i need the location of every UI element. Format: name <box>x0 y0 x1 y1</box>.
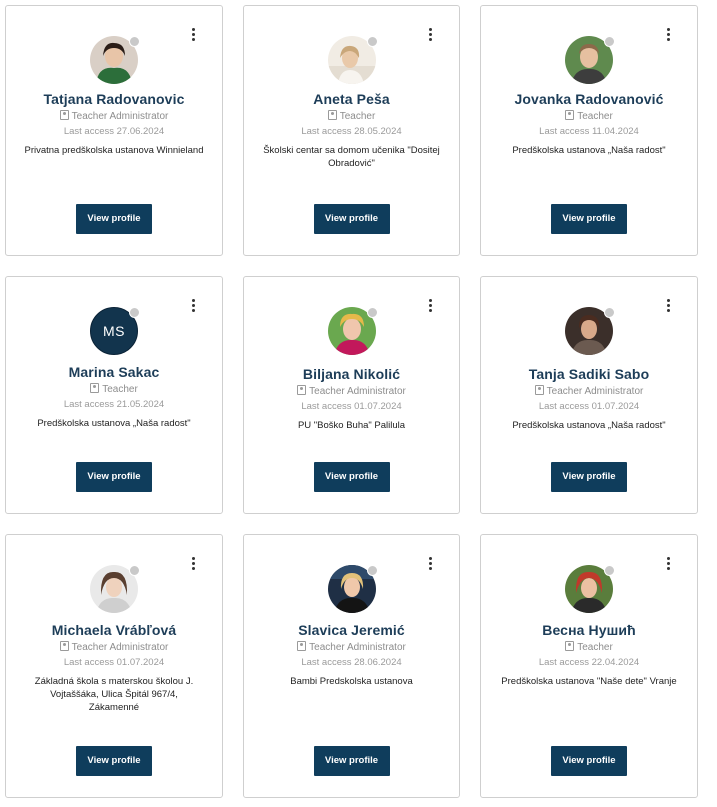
id-badge-icon <box>327 110 337 120</box>
profile-card: Biljana Nikolić Teacher Administrator La… <box>243 276 460 514</box>
school-name: Predškolska ustanova „Naša radost" <box>37 418 191 429</box>
user-name: Tatjana Radovanovic <box>43 91 185 107</box>
user-role: Teacher Administrator <box>481 385 697 399</box>
view-profile-button[interactable]: View profile <box>76 462 152 492</box>
kebab-menu-icon[interactable] <box>427 298 435 312</box>
status-dot <box>129 565 140 576</box>
view-profile-button[interactable]: View profile <box>551 462 627 492</box>
user-name: Jovanka Radovanović <box>514 91 664 107</box>
id-badge-icon <box>59 641 69 651</box>
avatar[interactable] <box>565 36 615 84</box>
status-dot <box>604 36 615 47</box>
avatar[interactable] <box>327 565 378 613</box>
school-name: Bambi Predskolska ustanova <box>290 676 413 687</box>
profile-card: Michaela Vrábľová Teacher Administrator … <box>5 534 223 798</box>
school-name: Školski centar sa domom učenika "Dositej… <box>263 145 440 169</box>
view-profile-button[interactable]: View profile <box>313 204 390 234</box>
kebab-menu-icon[interactable] <box>665 298 673 312</box>
last-access: Last access 11.04.2024 <box>539 126 639 137</box>
profile-card: Jovanka Radovanović Teacher Last access … <box>480 5 698 256</box>
kebab-menu-icon[interactable] <box>427 27 435 41</box>
view-profile-button[interactable]: View profile <box>313 746 390 776</box>
view-profile-button[interactable]: View profile <box>76 204 152 234</box>
view-profile-button[interactable]: View profile <box>551 746 627 776</box>
last-access: Last access 28.05.2024 <box>301 126 402 137</box>
user-role: Teacher <box>481 110 697 124</box>
status-dot <box>129 36 140 47</box>
school-name: Predškolska ustanova „Naša radost" <box>512 145 666 156</box>
last-access: Last access 01.07.2024 <box>301 401 402 412</box>
id-badge-icon <box>534 385 544 395</box>
view-profile-button[interactable]: View profile <box>76 746 152 776</box>
user-role: Teacher Administrator <box>244 641 459 655</box>
id-badge-icon <box>297 641 307 651</box>
id-badge-icon <box>565 110 575 120</box>
status-dot <box>604 307 615 318</box>
profile-card: Весна Нушић Teacher Last access 22.04.20… <box>480 534 698 798</box>
user-name: Marina Sakac <box>68 364 160 380</box>
kebab-menu-icon[interactable] <box>190 298 198 312</box>
kebab-menu-icon[interactable] <box>427 556 435 570</box>
user-role: Teacher Administrator <box>6 110 222 124</box>
status-dot <box>129 307 140 318</box>
user-role: Teacher Administrator <box>244 385 459 399</box>
school-name: Predškolska ustanova „Naša radost" <box>512 420 666 431</box>
view-profile-button[interactable]: View profile <box>313 462 390 492</box>
status-dot <box>366 307 378 318</box>
id-badge-icon <box>59 110 69 120</box>
user-role: Teacher <box>244 110 459 124</box>
user-role: Teacher Administrator <box>6 641 222 655</box>
user-name: Slavica Jeremić <box>298 622 405 638</box>
user-role: Teacher <box>481 641 697 655</box>
avatar[interactable] <box>90 565 140 613</box>
avatar[interactable] <box>565 307 615 355</box>
avatar[interactable] <box>327 307 378 355</box>
profile-card: Tanja Sadiki Sabo Teacher Administrator … <box>480 276 698 514</box>
last-access: Last access 22.04.2024 <box>538 657 640 668</box>
school-name: Základná škola s materskou školou J. Voj… <box>34 676 194 713</box>
view-profile-button[interactable]: View profile <box>551 204 627 234</box>
status-dot <box>366 565 378 576</box>
user-role: Teacher <box>6 383 222 397</box>
avatar[interactable] <box>90 36 140 84</box>
school-name: Predškolska ustanova "Naše dete" Vranje <box>501 676 677 687</box>
status-dot <box>604 565 615 576</box>
status-dot <box>366 36 378 47</box>
user-name: Biljana Nikolić <box>302 366 401 382</box>
school-name: Privatna predškolska ustanova Winnieland <box>24 145 204 156</box>
id-badge-icon <box>297 385 307 395</box>
last-access: Last access 01.07.2024 <box>538 401 640 412</box>
user-name: Весна Нушић <box>542 622 636 638</box>
last-access: Last access 28.06.2024 <box>301 657 402 668</box>
id-badge-icon <box>565 641 575 651</box>
id-badge-icon <box>90 383 100 393</box>
avatar[interactable] <box>565 565 615 613</box>
kebab-menu-icon[interactable] <box>665 556 673 570</box>
kebab-menu-icon[interactable] <box>190 556 198 570</box>
last-access: Last access 01.07.2024 <box>63 657 165 668</box>
user-name: Tanja Sadiki Sabo <box>528 366 650 382</box>
profile-card: Slavica Jeremić Teacher Administrator La… <box>243 534 460 798</box>
profile-card: Aneta Peša Teacher Last access 28.05.202… <box>243 5 460 256</box>
profile-card: Tatjana Radovanovic Teacher Administrato… <box>5 5 223 256</box>
profile-card: MS Marina Sakac Teacher Last access 21.0… <box>5 276 223 514</box>
user-name: Aneta Peša <box>313 91 390 107</box>
avatar[interactable]: MS <box>90 307 140 355</box>
kebab-menu-icon[interactable] <box>665 27 673 41</box>
last-access: Last access 27.06.2024 <box>63 126 165 137</box>
last-access: Last access 21.05.2024 <box>63 399 165 410</box>
kebab-menu-icon[interactable] <box>190 27 198 41</box>
user-name: Michaela Vrábľová <box>51 622 177 638</box>
school-name: PU "Boško Buha" Palilula <box>297 420 406 431</box>
avatar[interactable] <box>327 36 378 84</box>
